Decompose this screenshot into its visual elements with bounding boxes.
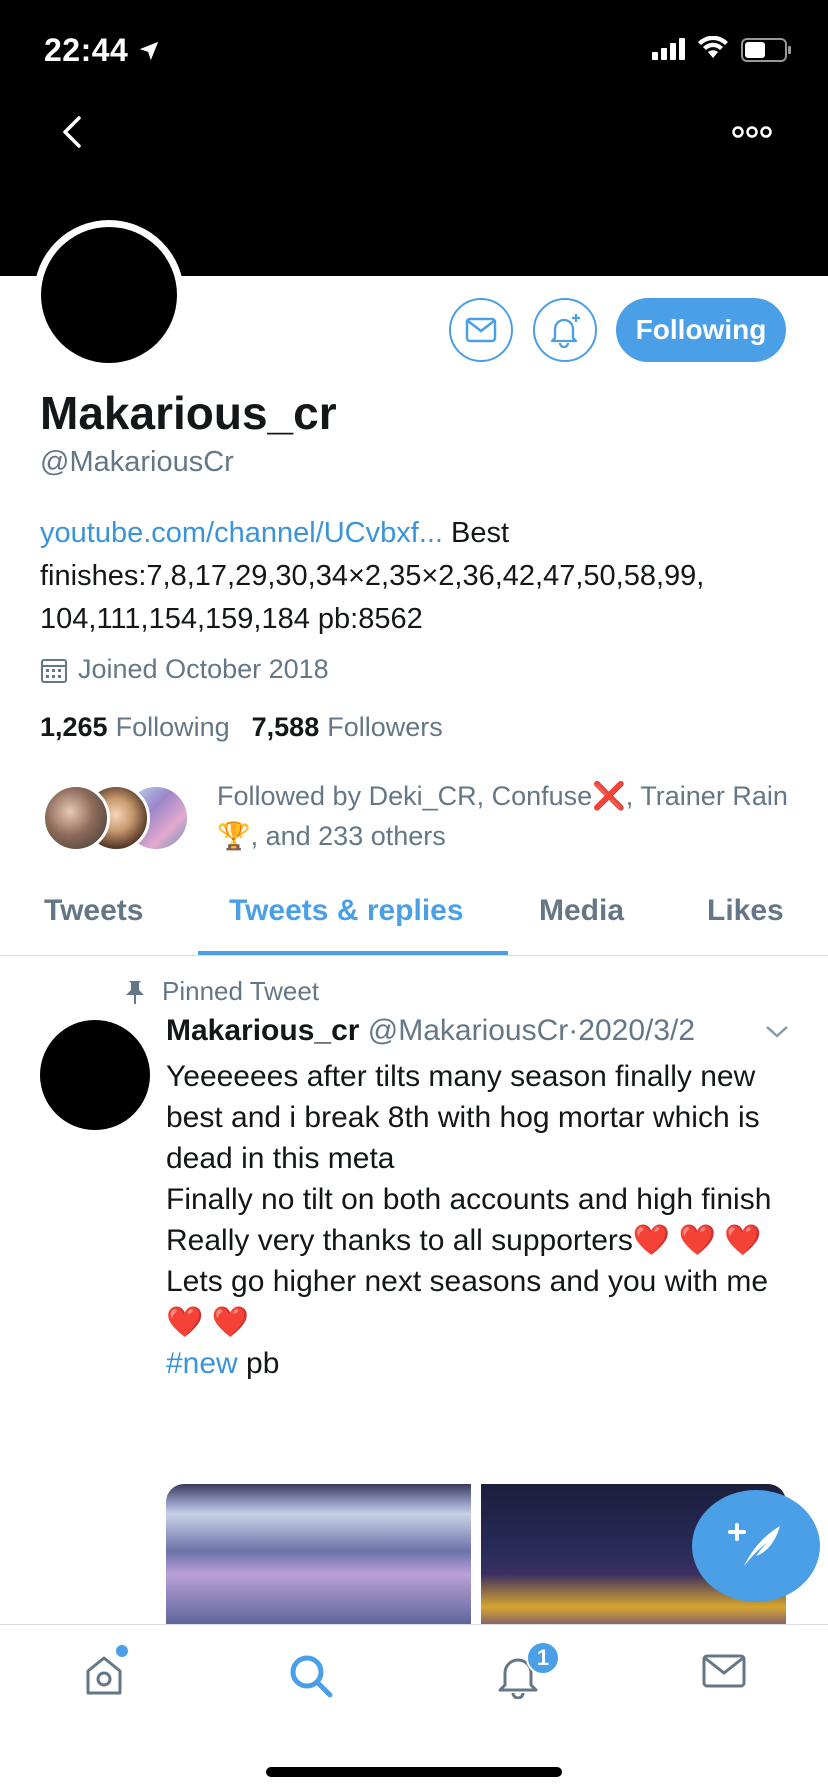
status-bar: 22:44 bbox=[0, 0, 828, 100]
tweet-hashtag[interactable]: #new bbox=[166, 1347, 238, 1380]
pin-icon bbox=[126, 980, 144, 1004]
chevron-down-icon bbox=[766, 1026, 788, 1038]
home-new-indicator bbox=[116, 1645, 128, 1657]
tweet-line: #new pb bbox=[166, 1343, 786, 1384]
profile-bio: youtube.com/channel/UCvbxf... Best finis… bbox=[40, 512, 800, 641]
calendar-icon bbox=[41, 658, 67, 683]
tweet-avatar[interactable] bbox=[40, 1020, 150, 1130]
tweet-hashtag-suffix: pb bbox=[237, 1347, 280, 1380]
tab-tweets[interactable]: Tweets bbox=[44, 894, 143, 928]
tweet-header: Makarious_cr @MakariousCr·2020/3/2 bbox=[166, 1014, 695, 1048]
profile-avatar[interactable] bbox=[34, 220, 184, 370]
wifi-icon bbox=[698, 36, 728, 58]
profile-handle: @MakariousCr bbox=[40, 446, 234, 478]
tweet-line: Yeeeeees after tilts many season finally… bbox=[166, 1060, 760, 1175]
home-indicator bbox=[266, 1767, 562, 1777]
message-button[interactable] bbox=[449, 298, 513, 362]
tweet-author-name[interactable]: Makarious_cr bbox=[166, 1014, 359, 1047]
battery-icon bbox=[741, 38, 791, 62]
joined-text: Joined October 2018 bbox=[78, 654, 329, 684]
back-button[interactable] bbox=[50, 110, 94, 154]
following-label: Following bbox=[115, 712, 230, 742]
active-tab-indicator bbox=[198, 951, 508, 955]
back-chevron-icon bbox=[63, 116, 81, 148]
tab-tweets-and-replies[interactable]: Tweets & replies bbox=[229, 894, 464, 928]
profile-display-name: Makarious_cr bbox=[40, 387, 337, 439]
tab-media[interactable]: Media bbox=[539, 894, 624, 928]
home-icon bbox=[86, 1656, 122, 1695]
notifications-toggle-button[interactable] bbox=[533, 298, 597, 362]
signal-icon bbox=[652, 38, 685, 60]
followed-by-text[interactable]: Followed by Deki_CR, Confuse❌, Trainer R… bbox=[217, 776, 797, 856]
nav-messages[interactable] bbox=[702, 1653, 746, 1694]
nav-home[interactable] bbox=[82, 1653, 126, 1702]
more-icon bbox=[732, 126, 772, 138]
tweet-menu-button[interactable] bbox=[764, 1024, 790, 1045]
search-icon bbox=[290, 1655, 333, 1698]
time-text: 22:44 bbox=[44, 32, 129, 68]
tweet-media-image[interactable] bbox=[166, 1484, 471, 1634]
mail-icon bbox=[702, 1654, 746, 1688]
pinned-label: Pinned Tweet bbox=[124, 976, 319, 1007]
notification-badge: 1 bbox=[526, 1641, 560, 1675]
following-count-link[interactable]: 1,265 Following bbox=[40, 712, 230, 743]
mail-icon bbox=[465, 317, 497, 343]
following-count: 1,265 bbox=[40, 712, 108, 742]
avatar-image bbox=[41, 227, 177, 363]
joined-date: Joined October 2018 bbox=[40, 654, 329, 685]
tweet-separator: · bbox=[568, 1014, 579, 1047]
bio-link[interactable]: youtube.com/channel/UCvbxf... bbox=[40, 517, 443, 549]
compose-icon bbox=[728, 1523, 780, 1566]
following-button[interactable]: Following bbox=[616, 298, 786, 362]
compose-tweet-button[interactable] bbox=[692, 1490, 820, 1602]
tab-likes[interactable]: Likes bbox=[707, 894, 784, 928]
more-options-button[interactable] bbox=[732, 112, 772, 152]
bell-plus-icon bbox=[550, 314, 580, 348]
tweet-author-handle: @MakariousCr bbox=[367, 1014, 569, 1047]
tweet-line: Really very thanks to all supporters❤️ ❤… bbox=[166, 1224, 762, 1257]
nav-search[interactable] bbox=[288, 1653, 334, 1704]
tweet-date: 2020/3/2 bbox=[578, 1014, 696, 1047]
pinned-text: Pinned Tweet bbox=[162, 976, 320, 1006]
tweet-line: Finally no tilt on both accounts and hig… bbox=[166, 1183, 772, 1216]
location-arrow-icon bbox=[140, 41, 159, 60]
followers-label: Followers bbox=[327, 712, 443, 742]
followers-count-link[interactable]: 7,588 Followers bbox=[252, 712, 443, 743]
bottom-nav: 1 bbox=[0, 1624, 828, 1792]
follow-counts: 1,265 Following 7,588 Followers bbox=[40, 712, 443, 743]
follower-avatar bbox=[42, 784, 110, 852]
tweet-text: Yeeeeees after tilts many season finally… bbox=[166, 1056, 786, 1384]
profile-tabs: Tweets Tweets & replies Media Likes bbox=[0, 878, 828, 956]
followed-by-avatars[interactable] bbox=[42, 784, 192, 856]
status-time: 22:44 bbox=[44, 32, 160, 69]
followers-count: 7,588 bbox=[251, 712, 320, 742]
tweet-line: Lets go higher next seasons and you with… bbox=[166, 1265, 769, 1339]
